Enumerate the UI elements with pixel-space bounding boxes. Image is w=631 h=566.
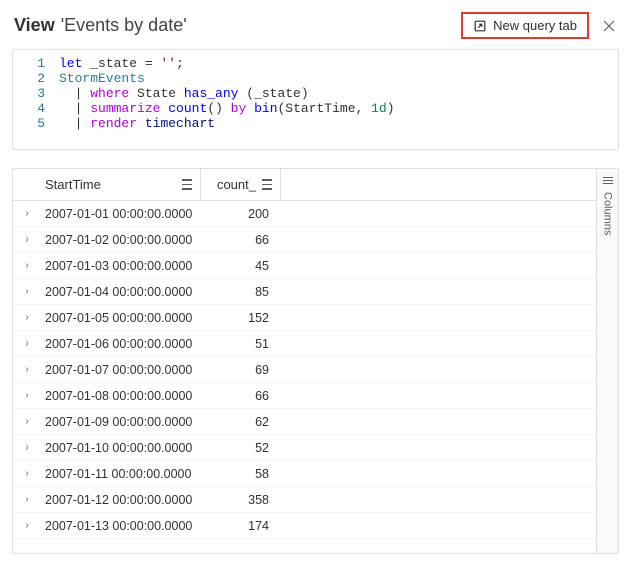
cell-starttime: 2007-01-09 00:00:00.0000 [41,415,201,429]
cell-starttime: 2007-01-10 00:00:00.0000 [41,441,201,455]
expand-row-icon[interactable]: › [13,494,41,505]
header-actions: New query tab [461,12,619,39]
line-number: 2 [13,71,59,86]
cell-count: 52 [201,441,281,455]
table-row[interactable]: ›2007-01-09 00:00:00.000062 [13,409,596,435]
expand-row-icon[interactable]: › [13,338,41,349]
cell-count: 85 [201,285,281,299]
cell-count: 66 [201,389,281,403]
panel-title: View 'Events by date' [14,15,187,36]
table-row[interactable]: ›2007-01-13 00:00:00.0000174 [13,513,596,539]
expand-row-icon[interactable]: › [13,520,41,531]
close-icon [603,20,615,32]
grid-body[interactable]: ›2007-01-01 00:00:00.0000200›2007-01-02 … [13,201,596,553]
cell-starttime: 2007-01-04 00:00:00.0000 [41,285,201,299]
cell-starttime: 2007-01-08 00:00:00.0000 [41,389,201,403]
table-row[interactable]: ›2007-01-12 00:00:00.0000358 [13,487,596,513]
columns-icon [603,175,613,186]
grid-header: StartTime count_ [13,169,596,201]
cell-count: 45 [201,259,281,273]
column-header-starttime[interactable]: StartTime [41,169,201,200]
table-row[interactable]: ›2007-01-02 00:00:00.000066 [13,227,596,253]
column-header-count[interactable]: count_ [201,169,281,200]
code-content[interactable]: | where State has_any (_state) [59,86,309,101]
code-content[interactable]: | render timechart [59,116,215,131]
expand-row-icon[interactable]: › [13,260,41,271]
line-number: 4 [13,101,59,116]
cell-starttime: 2007-01-02 00:00:00.0000 [41,233,201,247]
cell-count: 152 [201,311,281,325]
table-row[interactable]: ›2007-01-08 00:00:00.000066 [13,383,596,409]
table-row[interactable]: ›2007-01-07 00:00:00.000069 [13,357,596,383]
cell-count: 58 [201,467,281,481]
cell-count: 174 [201,519,281,533]
cell-starttime: 2007-01-06 00:00:00.0000 [41,337,201,351]
cell-starttime: 2007-01-07 00:00:00.0000 [41,363,201,377]
line-number: 1 [13,56,59,71]
cell-starttime: 2007-01-13 00:00:00.0000 [41,519,201,533]
table-row[interactable]: ›2007-01-10 00:00:00.000052 [13,435,596,461]
columns-sidebar-tab[interactable]: Columns [596,169,618,553]
title-name: 'Events by date' [61,15,187,36]
table-row[interactable]: ›2007-01-05 00:00:00.0000152 [13,305,596,331]
results-grid: StartTime count_ ›2007-01-01 00:00:00.00… [13,169,596,553]
table-row[interactable]: ›2007-01-04 00:00:00.000085 [13,279,596,305]
close-button[interactable] [599,16,619,36]
code-content[interactable]: StormEvents [59,71,145,86]
code-content[interactable]: let _state = ''; [59,56,184,71]
new-query-tab-button[interactable]: New query tab [461,12,589,39]
results-panel: StartTime count_ ›2007-01-01 00:00:00.00… [12,168,619,554]
cell-count: 358 [201,493,281,507]
expand-row-icon[interactable]: › [13,468,41,479]
line-number: 3 [13,86,59,101]
panel-header: View 'Events by date' New query tab [12,8,619,49]
columns-sidebar-label: Columns [602,192,614,235]
expand-row-icon[interactable]: › [13,390,41,401]
table-row[interactable]: ›2007-01-01 00:00:00.0000200 [13,201,596,227]
open-in-new-icon [473,19,487,33]
cell-starttime: 2007-01-11 00:00:00.0000 [41,467,201,481]
code-line: 4 | summarize count() by bin(StartTime, … [13,101,618,116]
cell-count: 69 [201,363,281,377]
table-row[interactable]: ›2007-01-03 00:00:00.000045 [13,253,596,279]
expand-row-icon[interactable]: › [13,364,41,375]
expand-row-icon[interactable]: › [13,442,41,453]
cell-count: 62 [201,415,281,429]
cell-starttime: 2007-01-12 00:00:00.0000 [41,493,201,507]
title-prefix: View [14,15,55,36]
column-header-count-label: count_ [217,177,256,192]
column-menu-icon[interactable] [262,178,272,191]
cell-count: 66 [201,233,281,247]
expand-row-icon[interactable]: › [13,286,41,297]
cell-starttime: 2007-01-03 00:00:00.0000 [41,259,201,273]
column-menu-icon[interactable] [182,178,192,191]
column-header-starttime-label: StartTime [45,177,101,192]
expand-row-icon[interactable]: › [13,234,41,245]
expand-row-icon[interactable]: › [13,312,41,323]
code-line: 3 | where State has_any (_state) [13,86,618,101]
expand-row-icon[interactable]: › [13,416,41,427]
query-editor[interactable]: 1let _state = '';2StormEvents3 | where S… [12,49,619,150]
line-number: 5 [13,116,59,131]
code-line: 2StormEvents [13,71,618,86]
table-row[interactable]: ›2007-01-06 00:00:00.000051 [13,331,596,357]
new-query-tab-label: New query tab [493,18,577,33]
view-panel: View 'Events by date' New query tab 1let… [0,0,631,566]
code-content[interactable]: | summarize count() by bin(StartTime, 1d… [59,101,395,116]
cell-count: 51 [201,337,281,351]
expand-row-icon[interactable]: › [13,208,41,219]
code-line: 1let _state = ''; [13,56,618,71]
code-line: 5 | render timechart [13,116,618,131]
table-row[interactable]: ›2007-01-11 00:00:00.000058 [13,461,596,487]
cell-count: 200 [201,207,281,221]
cell-starttime: 2007-01-01 00:00:00.0000 [41,207,201,221]
cell-starttime: 2007-01-05 00:00:00.0000 [41,311,201,325]
